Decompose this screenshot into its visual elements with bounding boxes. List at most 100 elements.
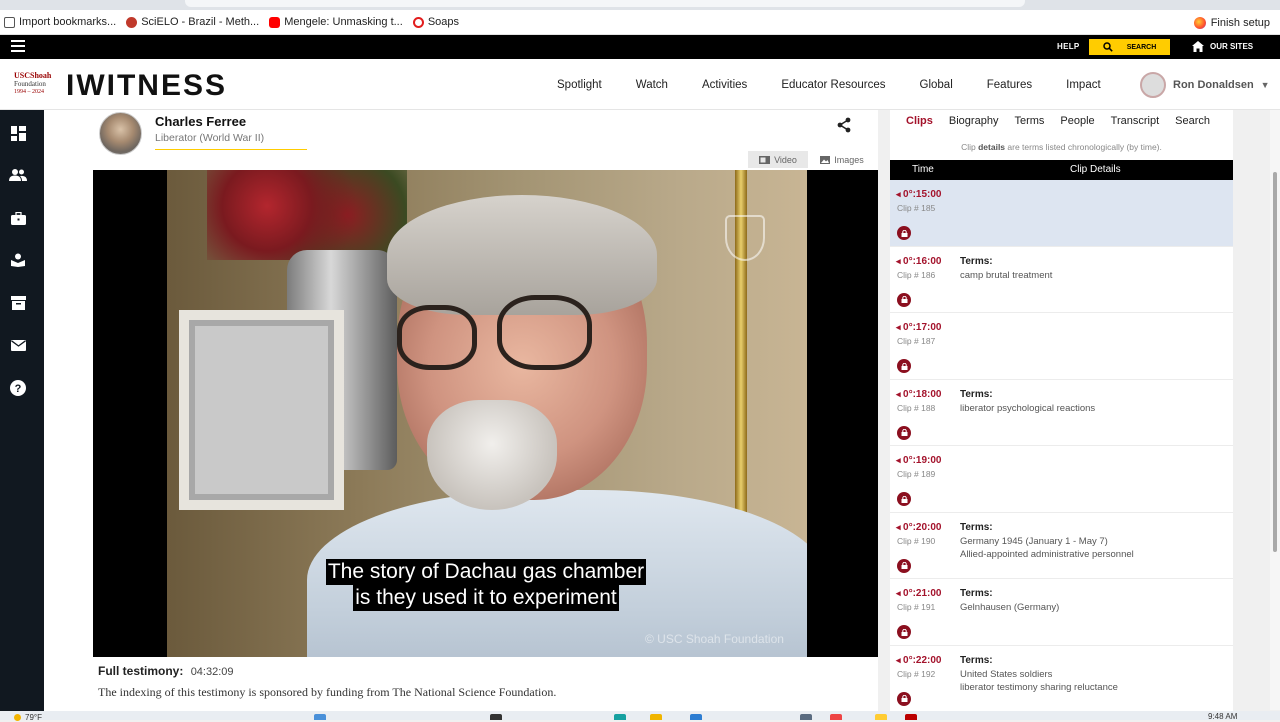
- address-bar[interactable]: [185, 0, 1025, 7]
- site-header: USCShoah Foundation 1994 – 2024 IWITNESS…: [0, 59, 1280, 110]
- our-sites-menu[interactable]: OUR SITES: [1192, 41, 1253, 52]
- taskbar-app-icon[interactable]: [614, 714, 626, 720]
- clip-row[interactable]: ◂ 0°:16:00 Clip # 186 Terms: camp brutal tr…: [890, 246, 1233, 313]
- tab-clips[interactable]: Clips: [906, 115, 933, 127]
- people-icon[interactable]: [9, 166, 27, 184]
- nav-spotlight[interactable]: Spotlight: [540, 79, 619, 91]
- play-caret-icon: ◂: [896, 189, 904, 199]
- page-scrollbar[interactable]: [1270, 110, 1280, 710]
- taskbar-app-icon[interactable]: [690, 714, 702, 720]
- user-name: Ron Donaldsen: [1173, 79, 1254, 91]
- taskbar-app-icon[interactable]: [875, 714, 887, 720]
- clip-term[interactable]: camp brutal treatment: [960, 270, 1052, 281]
- clip-row[interactable]: ◂ 0°:17:00 Clip # 187: [890, 313, 1233, 380]
- school-icon[interactable]: [9, 251, 27, 269]
- archive-icon[interactable]: [9, 294, 27, 312]
- tab-transcript[interactable]: Transcript: [1111, 115, 1160, 127]
- clip-row[interactable]: ◂ 0°:18:00 Clip # 188 Terms: liberator psyc…: [890, 379, 1233, 446]
- taskbar-app-icon[interactable]: [314, 714, 326, 720]
- tab-biography[interactable]: Biography: [949, 115, 999, 127]
- nav-impact[interactable]: Impact: [1049, 79, 1118, 91]
- clip-row[interactable]: ◂ 0°:19:00 Clip # 189: [890, 446, 1233, 513]
- subtitle-line-1: The story of Dachau gas chamber: [325, 559, 647, 585]
- testimony-main: Charles Ferree Liberator (World War II) …: [44, 110, 890, 720]
- taskbar-app-icon[interactable]: [650, 714, 662, 720]
- clip-time[interactable]: ◂ 0°:22:00: [896, 655, 942, 666]
- lock-icon[interactable]: [897, 359, 911, 373]
- briefcase-icon[interactable]: [9, 209, 27, 227]
- lock-icon[interactable]: [897, 226, 911, 240]
- iwitness-brand[interactable]: IWITNESS: [66, 69, 227, 103]
- tab-people[interactable]: People: [1060, 115, 1094, 127]
- taskbar-app-icon[interactable]: [800, 714, 812, 720]
- firefox-icon: [1193, 16, 1206, 29]
- tab-terms[interactable]: Terms: [1014, 115, 1044, 127]
- clip-row[interactable]: ◂ 0°:20:00 Clip # 190 Terms: Germany 1945 (…: [890, 512, 1233, 579]
- our-sites-label: OUR SITES: [1210, 42, 1254, 51]
- clip-term[interactable]: Germany 1945 (January 1 - May 7): [960, 536, 1108, 547]
- usc-shoah-logo[interactable]: USCShoah Foundation 1994 – 2024: [14, 71, 56, 101]
- clip-term[interactable]: liberator testimony sharing reluctance: [960, 682, 1118, 693]
- mail-icon[interactable]: [9, 336, 27, 354]
- clip-term[interactable]: United States soldiers: [960, 669, 1052, 680]
- clip-row[interactable]: ◂ 0°:15:00 Clip # 185: [890, 180, 1233, 247]
- lock-icon[interactable]: [897, 292, 911, 307]
- finish-setup-label: Finish setup: [1210, 16, 1270, 29]
- clip-note: Clip details are terms listed chronologi…: [890, 142, 1233, 152]
- clip-row[interactable]: ◂ 0°:21:00 Clip # 191 Terms: Gelnhausen (Ge…: [890, 579, 1233, 646]
- tab-video[interactable]: Video: [748, 151, 808, 168]
- clip-term[interactable]: Gelnhausen (Germany): [960, 602, 1059, 613]
- video-player[interactable]: The story of Dachau gas chamber is they …: [93, 170, 879, 657]
- clip-time[interactable]: ◂ 0°:15:00: [896, 189, 942, 200]
- clip-term[interactable]: liberator psychological reactions: [960, 403, 1095, 414]
- clip-time-value: 0°:15:00: [903, 189, 942, 200]
- lock-icon[interactable]: [897, 492, 911, 506]
- nav-educator-resources[interactable]: Educator Resources: [764, 79, 902, 91]
- lock-icon[interactable]: [897, 625, 911, 639]
- bookmark-mengele[interactable]: Mengele: Unmasking t...: [269, 16, 403, 28]
- nav-watch[interactable]: Watch: [619, 79, 685, 91]
- taskbar-app-icon[interactable]: [830, 714, 842, 720]
- search-button[interactable]: SEARCH: [1089, 39, 1170, 55]
- scroll-thumb[interactable]: [1273, 172, 1277, 552]
- bookmark-soaps[interactable]: Soaps: [412, 16, 459, 28]
- finish-setup-button[interactable]: Finish setup: [1193, 10, 1270, 35]
- weather-widget[interactable]: 79°F: [14, 713, 42, 722]
- clip-time[interactable]: ◂ 0°:20:00: [896, 522, 942, 533]
- menu-icon[interactable]: [11, 40, 25, 52]
- tab-images[interactable]: Images: [816, 151, 868, 168]
- bookmark-label: SciELO - Brazil - Meth...: [141, 16, 260, 28]
- lock-icon[interactable]: [897, 558, 911, 573]
- help-icon[interactable]: ?: [9, 379, 27, 397]
- bookmarks-bar: Import bookmarks... SciELO - Brazil - Me…: [0, 10, 1280, 35]
- taskbar-app-icon[interactable]: [490, 714, 502, 720]
- clip-time[interactable]: ◂ 0°:18:00: [896, 389, 942, 400]
- logo-line3: 1994 – 2024: [14, 89, 44, 95]
- nav-features[interactable]: Features: [970, 79, 1049, 91]
- lock-icon[interactable]: [897, 691, 911, 706]
- full-testimony-label: Full testimony:: [98, 664, 184, 678]
- clip-term[interactable]: Allied-appointed administrative personne…: [960, 549, 1134, 560]
- lock-icon[interactable]: [897, 425, 911, 440]
- bookmark-import[interactable]: Import bookmarks...: [4, 16, 116, 28]
- help-link[interactable]: HELP: [1057, 42, 1080, 51]
- clip-time[interactable]: ◂ 0°:16:00: [896, 256, 942, 267]
- user-menu[interactable]: Ron Donaldsen ▼: [1140, 72, 1270, 98]
- scielo-icon: [126, 16, 138, 28]
- clip-row[interactable]: ◂ 0°:22:00 Clip # 192 Terms: United States …: [890, 645, 1233, 712]
- bookmark-scielo[interactable]: SciELO - Brazil - Meth...: [126, 16, 259, 28]
- chevron-down-icon: ▼: [1260, 80, 1270, 90]
- play-caret-icon: ◂: [896, 588, 904, 598]
- taskbar: 79°F 9:48 AM: [0, 711, 1280, 722]
- subtitle-line-2: is they used it to experiment: [353, 585, 619, 611]
- taskbar-app-icon[interactable]: [905, 714, 917, 720]
- tab-video-label: Video: [774, 154, 797, 165]
- clip-time[interactable]: ◂ 0°:19:00: [896, 455, 942, 466]
- clip-time[interactable]: ◂ 0°:17:00: [896, 322, 942, 333]
- dashboard-icon[interactable]: [9, 124, 27, 142]
- tab-search[interactable]: Search: [1175, 115, 1210, 127]
- nav-activities[interactable]: Activities: [685, 79, 764, 91]
- nav-global[interactable]: Global: [903, 79, 970, 91]
- clip-time[interactable]: ◂ 0°:21:00: [896, 588, 942, 599]
- share-icon[interactable]: [836, 117, 852, 133]
